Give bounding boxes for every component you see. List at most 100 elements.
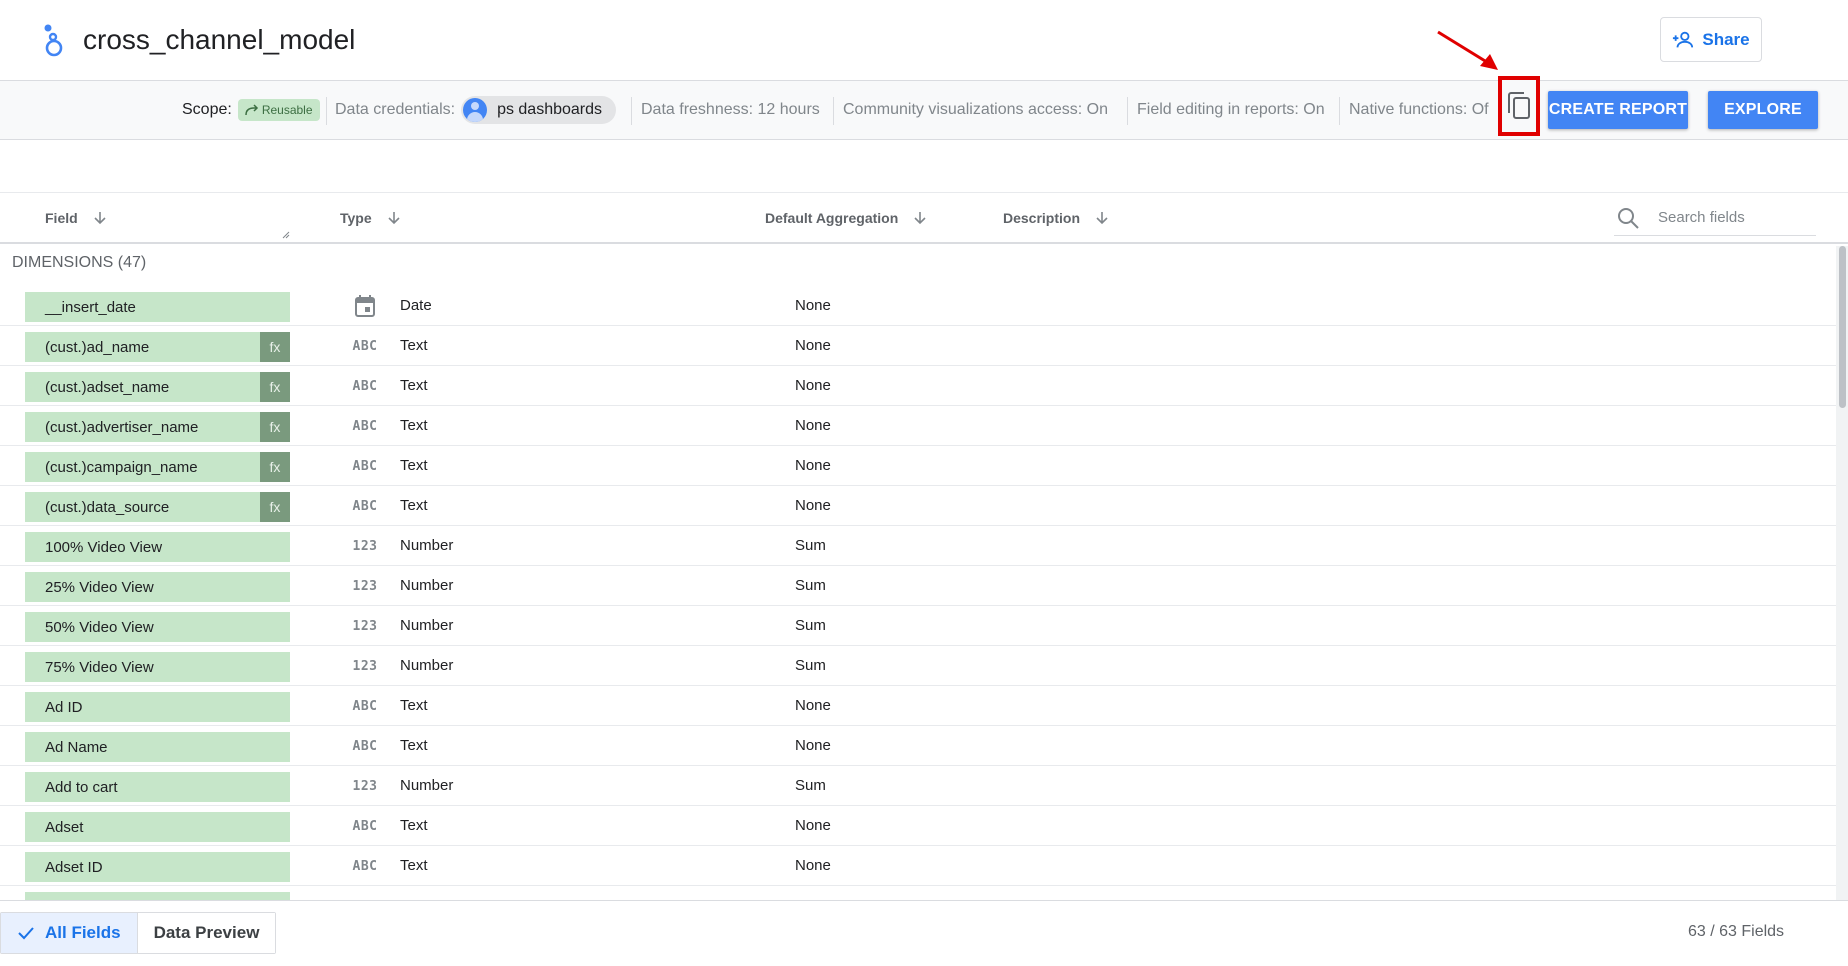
- field-type[interactable]: Number: [400, 777, 453, 794]
- table-row[interactable]: Add to cart 123 Number Sum: [0, 766, 1836, 806]
- credentials-chip[interactable]: ps dashboards: [461, 96, 617, 124]
- number-type-icon[interactable]: 123: [352, 774, 378, 798]
- calendar-icon[interactable]: [352, 294, 378, 318]
- field-chip[interactable]: Adset ID: [25, 852, 290, 882]
- text-type-icon[interactable]: ABC: [352, 734, 378, 758]
- text-type-icon[interactable]: ABC: [352, 494, 378, 518]
- share-button[interactable]: Share: [1660, 17, 1762, 62]
- column-header-field[interactable]: Field: [45, 193, 108, 243]
- field-type[interactable]: Text: [400, 417, 428, 434]
- table-row[interactable]: (cust.)advertiser_name fx ABC Text None: [0, 406, 1836, 446]
- table-row[interactable]: 75% Video View 123 Number Sum: [0, 646, 1836, 686]
- scope-badge[interactable]: Reusable: [237, 99, 320, 121]
- field-chip[interactable]: Ad Name: [25, 732, 290, 762]
- field-chip[interactable]: Ad ID: [25, 692, 290, 722]
- table-row[interactable]: (cust.)data_source fx ABC Text None: [0, 486, 1836, 526]
- calculated-field-fx-icon[interactable]: fx: [260, 332, 290, 362]
- table-row[interactable]: __insert_date Date None: [0, 286, 1836, 326]
- field-aggregation[interactable]: None: [795, 337, 831, 354]
- field-aggregation[interactable]: None: [795, 497, 831, 514]
- field-aggregation[interactable]: None: [795, 857, 831, 874]
- text-type-icon[interactable]: ABC: [352, 814, 378, 838]
- table-row[interactable]: (cust.)campaign_name fx ABC Text None: [0, 446, 1836, 486]
- field-chip[interactable]: (cust.)data_source fx: [25, 492, 290, 522]
- field-aggregation[interactable]: None: [795, 737, 831, 754]
- table-row[interactable]: Adset ID ABC Text None: [0, 846, 1836, 886]
- data-freshness[interactable]: Data freshness: 12 hours: [641, 81, 820, 139]
- field-aggregation[interactable]: None: [795, 697, 831, 714]
- calculated-field-fx-icon[interactable]: fx: [260, 412, 290, 442]
- field-aggregation[interactable]: None: [795, 417, 831, 434]
- text-type-icon[interactable]: ABC: [352, 334, 378, 358]
- field-chip[interactable]: 100% Video View: [25, 532, 290, 562]
- table-row[interactable]: Ad Name ABC Text None: [0, 726, 1836, 766]
- field-type[interactable]: Text: [400, 497, 428, 514]
- field-chip[interactable]: (cust.)advertiser_name fx: [25, 412, 290, 442]
- field-type[interactable]: Text: [400, 697, 428, 714]
- field-aggregation[interactable]: Sum: [795, 617, 826, 634]
- tab-data-preview[interactable]: Data Preview: [137, 913, 276, 953]
- field-aggregation[interactable]: None: [795, 297, 831, 314]
- calculated-field-fx-icon[interactable]: fx: [260, 452, 290, 482]
- column-resize-handle-icon[interactable]: [280, 229, 290, 239]
- field-aggregation[interactable]: Sum: [795, 577, 826, 594]
- field-chip[interactable]: Advertiser: [25, 892, 290, 900]
- field-aggregation[interactable]: Sum: [795, 537, 826, 554]
- field-type[interactable]: Text: [400, 457, 428, 474]
- text-type-icon[interactable]: ABC: [352, 374, 378, 398]
- field-chip[interactable]: 25% Video View: [25, 572, 290, 602]
- field-type[interactable]: Text: [400, 857, 428, 874]
- number-type-icon[interactable]: 123: [352, 614, 378, 638]
- table-row[interactable]: AdvertiserABCTextNone: [0, 886, 1836, 900]
- column-header-type[interactable]: Type: [340, 193, 402, 243]
- text-type-icon[interactable]: ABC: [352, 694, 378, 718]
- column-header-default-aggregation[interactable]: Default Aggregation: [765, 193, 928, 243]
- field-type[interactable]: Date: [400, 297, 432, 314]
- field-editing-in-reports[interactable]: Field editing in reports: On: [1137, 81, 1325, 139]
- scrollbar-thumb[interactable]: [1839, 246, 1846, 408]
- field-chip[interactable]: 75% Video View: [25, 652, 290, 682]
- text-type-icon[interactable]: ABC: [352, 854, 378, 878]
- table-row[interactable]: 25% Video View 123 Number Sum: [0, 566, 1836, 606]
- field-type[interactable]: Number: [400, 577, 453, 594]
- search-input[interactable]: [1658, 209, 1808, 226]
- native-functions[interactable]: Native functions: Of: [1349, 81, 1499, 139]
- field-chip[interactable]: __insert_date: [25, 292, 290, 322]
- table-row[interactable]: 100% Video View 123 Number Sum: [0, 526, 1836, 566]
- table-row[interactable]: Ad ID ABC Text None: [0, 686, 1836, 726]
- number-type-icon[interactable]: 123: [352, 534, 378, 558]
- field-chip[interactable]: (cust.)adset_name fx: [25, 372, 290, 402]
- field-chip[interactable]: (cust.)ad_name fx: [25, 332, 290, 362]
- field-aggregation[interactable]: None: [795, 817, 831, 834]
- field-aggregation[interactable]: None: [795, 377, 831, 394]
- field-aggregation[interactable]: Sum: [795, 657, 826, 674]
- field-chip[interactable]: Add to cart: [25, 772, 290, 802]
- field-type[interactable]: Text: [400, 377, 428, 394]
- tab-all-fields[interactable]: All Fields: [1, 913, 138, 953]
- field-type[interactable]: Number: [400, 617, 453, 634]
- field-type[interactable]: Text: [400, 817, 428, 834]
- field-chip[interactable]: 50% Video View: [25, 612, 290, 642]
- copy-data-source-button[interactable]: [1498, 76, 1540, 136]
- calculated-field-fx-icon[interactable]: fx: [260, 492, 290, 522]
- field-type[interactable]: Number: [400, 657, 453, 674]
- community-visualizations-access[interactable]: Community visualizations access: On: [843, 81, 1108, 139]
- field-aggregation[interactable]: Sum: [795, 777, 826, 794]
- field-chip[interactable]: (cust.)campaign_name fx: [25, 452, 290, 482]
- column-header-description[interactable]: Description: [1003, 193, 1110, 243]
- table-row[interactable]: (cust.)adset_name fx ABC Text None: [0, 366, 1836, 406]
- text-type-icon[interactable]: ABC: [352, 454, 378, 478]
- explore-button[interactable]: EXPLORE: [1708, 91, 1818, 129]
- field-type[interactable]: Text: [400, 737, 428, 754]
- vertical-scrollbar[interactable]: [1836, 246, 1848, 900]
- table-row[interactable]: (cust.)ad_name fx ABC Text None: [0, 326, 1836, 366]
- table-row[interactable]: Adset ABC Text None: [0, 806, 1836, 846]
- number-type-icon[interactable]: 123: [352, 654, 378, 678]
- field-chip[interactable]: Adset: [25, 812, 290, 842]
- number-type-icon[interactable]: 123: [352, 574, 378, 598]
- field-type[interactable]: Number: [400, 537, 453, 554]
- create-report-button[interactable]: CREATE REPORT: [1548, 91, 1688, 129]
- field-aggregation[interactable]: None: [795, 457, 831, 474]
- calculated-field-fx-icon[interactable]: fx: [260, 372, 290, 402]
- field-type[interactable]: Text: [400, 337, 428, 354]
